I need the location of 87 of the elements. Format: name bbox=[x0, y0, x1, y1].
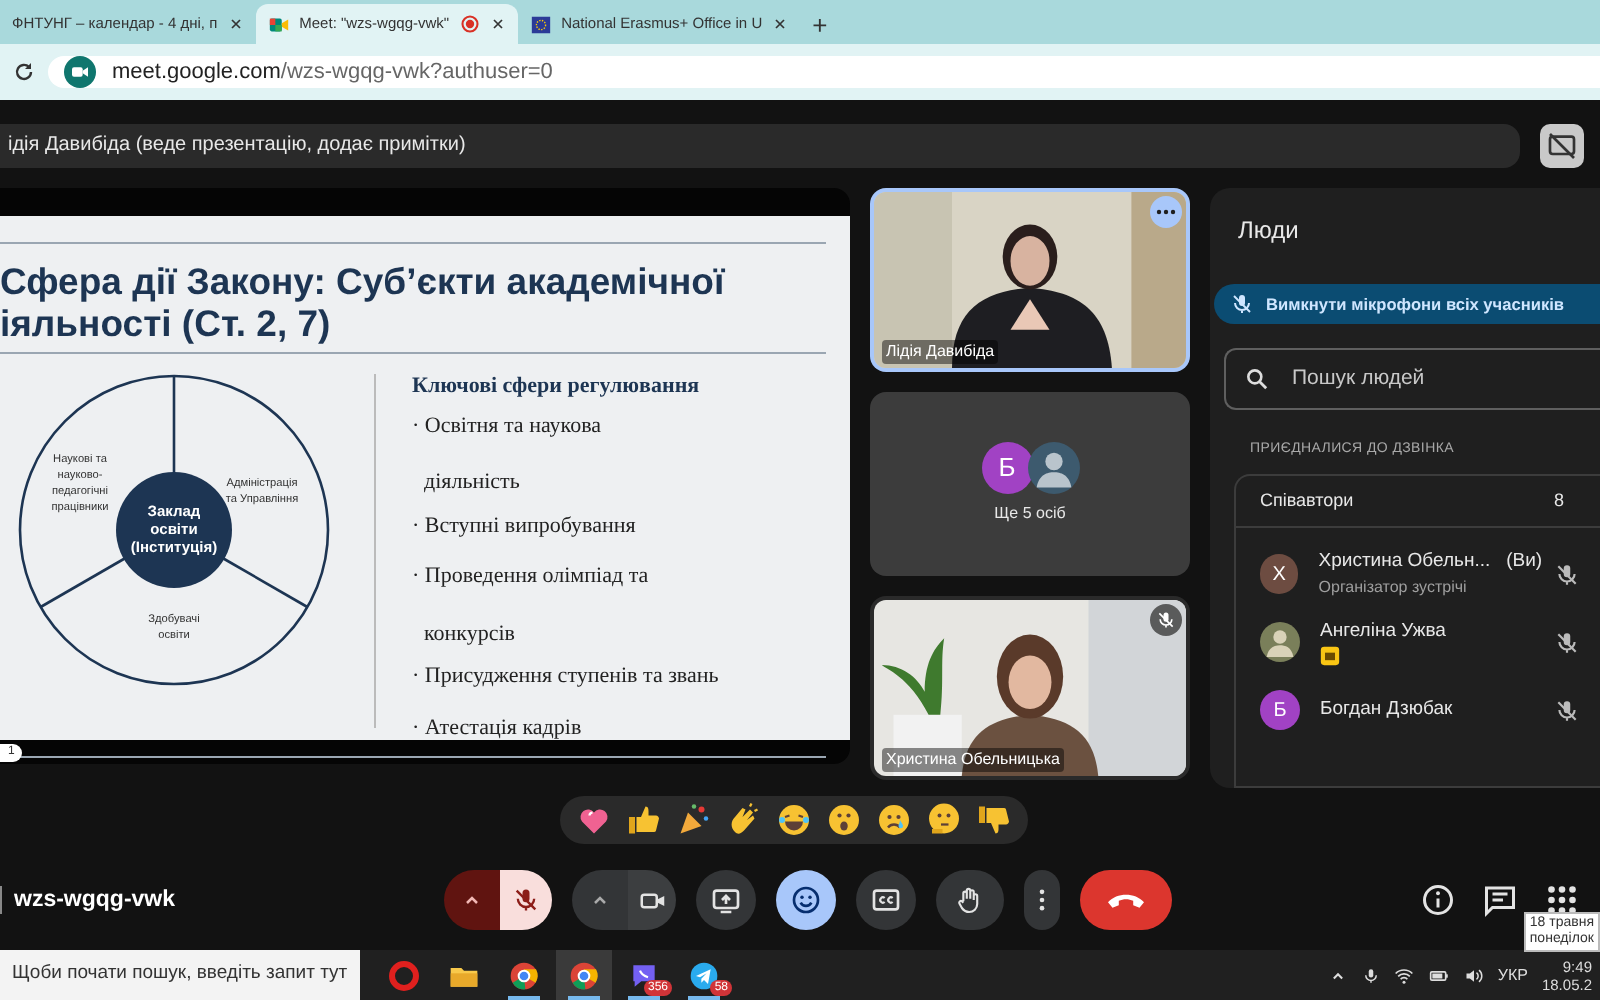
phone-hang-up-icon bbox=[1108, 892, 1144, 908]
smiley-icon bbox=[790, 884, 822, 916]
participant-row[interactable]: Х Христина Обельн... (Ви) Організатор зустрічі bbox=[1236, 540, 1600, 609]
mic-icon bbox=[1361, 965, 1380, 985]
reaction-button[interactable] bbox=[625, 802, 661, 838]
new-tab-button[interactable]: + bbox=[800, 8, 840, 44]
participant-name: Богдан Дзюбак bbox=[1320, 695, 1453, 724]
more-options-button[interactable] bbox=[1024, 870, 1060, 930]
avatar: Б bbox=[1260, 690, 1300, 731]
screen-off-icon bbox=[1546, 130, 1578, 162]
thinking-face-icon bbox=[925, 802, 961, 838]
participant-row[interactable]: Ангеліна Ужва bbox=[1236, 608, 1600, 677]
more-participants-label: Ще 5 осіб bbox=[994, 502, 1066, 526]
close-icon bbox=[772, 16, 789, 32]
address-bar[interactable]: meet.google.com/wzs-wgqg-vwk?authuser=0 bbox=[48, 55, 1600, 89]
party-popper-icon bbox=[675, 802, 711, 838]
wifi-icon bbox=[1393, 965, 1414, 985]
meet-logo-icon bbox=[267, 13, 290, 35]
participant-role: Організатор зустрічі bbox=[1318, 576, 1469, 601]
reactions-button[interactable] bbox=[776, 870, 836, 930]
you-tag: (Ви) bbox=[1506, 547, 1543, 577]
flag-icon bbox=[529, 13, 552, 35]
mic-off-icon bbox=[512, 886, 540, 914]
thumbs-up-icon bbox=[625, 802, 661, 838]
laughing-face-icon bbox=[775, 802, 811, 838]
reaction-button[interactable] bbox=[825, 802, 861, 838]
presenter-banner: ідія Давибіда (веде презентацію, додає примітки) bbox=[0, 124, 1520, 168]
taskbar-search-field[interactable]: Щоби почати пошук, введіть запит тут bbox=[0, 950, 360, 1000]
captions-button[interactable] bbox=[856, 870, 916, 930]
group-title: Співавтори bbox=[1260, 487, 1354, 514]
slide-list-title: Ключові сфери регулювання bbox=[412, 372, 702, 402]
close-icon bbox=[227, 16, 244, 32]
ring-icon bbox=[388, 959, 420, 991]
slide-bullet: · Атестація кадрів bbox=[412, 713, 582, 743]
slide-bullet: · Освітня та наукова bbox=[412, 411, 601, 441]
taskbar-app-button[interactable] bbox=[556, 950, 612, 1000]
participant-name: Христина Обельницька bbox=[882, 748, 1064, 772]
reaction-button[interactable] bbox=[875, 802, 911, 838]
captions-icon bbox=[870, 884, 902, 916]
participant-name: Христина Обельн... bbox=[1318, 547, 1491, 576]
avatar-icon bbox=[1260, 622, 1300, 663]
panel-title: Люди bbox=[1236, 214, 1301, 248]
thumbs-down-icon bbox=[975, 802, 1011, 838]
input-language[interactable]: УКР bbox=[1497, 963, 1528, 987]
mic-off-icon bbox=[1230, 291, 1254, 316]
chat-icon bbox=[1482, 882, 1518, 918]
slide-bullet: · Вступні випробування bbox=[412, 511, 636, 541]
battery-icon bbox=[1427, 965, 1450, 985]
participant-name: Лідія Давибіда bbox=[882, 340, 999, 364]
reaction-button[interactable] bbox=[775, 802, 811, 838]
reaction-button[interactable] bbox=[925, 802, 961, 838]
meet-logo-icon bbox=[64, 56, 96, 88]
url-text: meet.google.com/wzs-wgqg-vwk?authuser=0 bbox=[112, 57, 553, 88]
info-icon bbox=[1420, 882, 1456, 918]
microphone-button[interactable] bbox=[500, 870, 552, 930]
slide-title: Сфера дії Закону: Суб’єкти академічної іяльності (Ст. 2, 7) bbox=[0, 260, 727, 344]
apps-grid-icon bbox=[1544, 882, 1580, 918]
mute-all-button[interactable]: Вимкнути мікрофони всіх учасників bbox=[1214, 284, 1600, 324]
participant-row[interactable]: Б Богдан Дзюбак bbox=[1236, 676, 1600, 745]
slide-bullet: · Проведення олімпіад та bbox=[412, 562, 649, 592]
camera-button[interactable] bbox=[628, 870, 676, 930]
raise-hand-button[interactable] bbox=[936, 870, 1004, 930]
volume-icon bbox=[1463, 965, 1484, 985]
leave-call-button[interactable] bbox=[1080, 870, 1172, 930]
group-count: 8 bbox=[1553, 487, 1564, 514]
search-field[interactable]: Пошук людей bbox=[1224, 347, 1600, 410]
reload-icon bbox=[12, 60, 36, 84]
present-button[interactable] bbox=[696, 870, 756, 930]
reaction-button[interactable] bbox=[675, 802, 711, 838]
close-icon bbox=[489, 16, 506, 32]
avatar-icon bbox=[1027, 442, 1079, 494]
mic-off-icon bbox=[1156, 610, 1176, 630]
browser-icon bbox=[508, 959, 540, 991]
surprised-face-icon bbox=[825, 802, 861, 838]
more-participants-tile[interactable]: Б Ще 5 осіб bbox=[870, 392, 1190, 576]
avatar: Б bbox=[981, 442, 1033, 494]
avatar: Х bbox=[1260, 554, 1299, 595]
stop-presenting-button[interactable] bbox=[1540, 124, 1584, 168]
slide-bullet-continuation: діяльність bbox=[422, 468, 520, 498]
present-screen-icon bbox=[710, 884, 742, 916]
slide-bullet: · Присудження ступенів та звань bbox=[412, 662, 719, 692]
search-icon bbox=[1244, 365, 1270, 392]
browser-icon bbox=[568, 959, 600, 991]
crying-face-icon bbox=[875, 802, 911, 838]
reaction-button[interactable] bbox=[975, 802, 1011, 838]
participant-name: Ангеліна Ужва bbox=[1320, 617, 1446, 646]
slide-bullet-continuation: конкурсів bbox=[422, 619, 515, 649]
